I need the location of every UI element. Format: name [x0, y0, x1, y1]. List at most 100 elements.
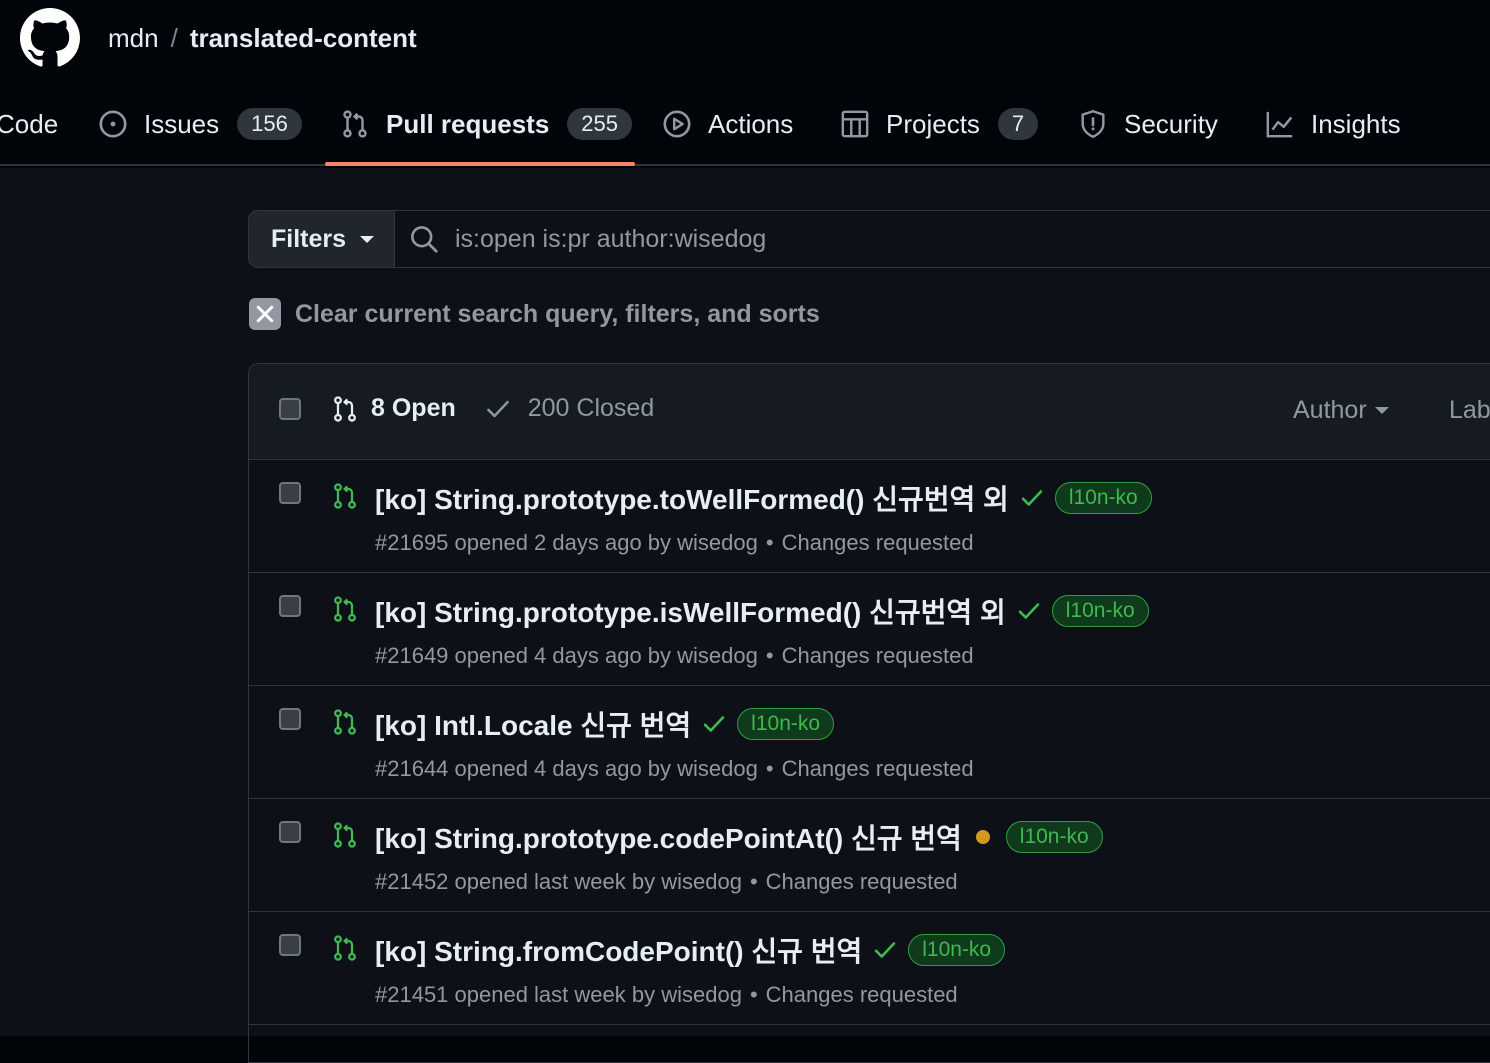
check-status-success-icon[interactable] — [1019, 485, 1045, 511]
label-badge[interactable]: l10n-ko — [1054, 482, 1152, 514]
pr-meta: #21644 opened 4 days ago by wisedog • Chan… — [375, 756, 974, 782]
shield-icon — [1081, 110, 1105, 138]
pr-title-link[interactable]: [ko] String.fromCodePoint() 신규 번역 — [375, 930, 862, 970]
review-status[interactable]: Changes requested — [766, 869, 958, 894]
tab-actions[interactable]: Actions — [662, 96, 793, 152]
pull-requests-page: Filters Clear current search query, filt… — [0, 168, 1490, 1063]
check-status-success-icon[interactable] — [701, 711, 727, 737]
tab-security[interactable]: Security — [1078, 96, 1218, 152]
filters-button-label: Filters — [271, 224, 347, 253]
meta-separator: • — [765, 643, 774, 668]
tab-pull-requests[interactable]: Pull requests 255 — [340, 96, 632, 152]
row-checkbox[interactable] — [279, 821, 301, 843]
github-logo-icon[interactable] — [20, 8, 80, 68]
review-status[interactable]: Changes requested — [782, 756, 974, 781]
list-item: [ko] Intl.Locale 신규 번역 l10n-ko #21644 op… — [249, 686, 1490, 799]
title-line: [ko] String.prototype.toWellFormed() 신규번… — [375, 478, 1152, 518]
meta-separator: • — [765, 530, 774, 555]
list-item: [ko] String.fromCodePoint() 신규 번역 l10n-k… — [249, 912, 1490, 1025]
pr-meta: #21451 opened last week by wisedog • Chang… — [375, 982, 958, 1008]
title-line: [ko] String.prototype.codePointAt() 신규 번… — [375, 817, 1103, 857]
tab-projects-label: Projects — [886, 108, 980, 139]
git-pull-request-icon — [334, 395, 356, 422]
git-pull-request-open-icon — [334, 483, 356, 509]
repo-breadcrumb: mdn / translated-content — [108, 22, 417, 54]
pr-opened-info: #21644 opened 4 days ago by wisedog — [375, 756, 758, 781]
projects-count-badge: 7 — [997, 108, 1039, 140]
close-icon — [249, 298, 281, 330]
review-status[interactable]: Changes requested — [782, 643, 974, 668]
label-badge[interactable]: l10n-ko — [908, 934, 1006, 966]
author-dropdown[interactable]: Author — [1293, 396, 1389, 425]
list-header: 8 Open 200 Closed Author Lab — [249, 364, 1490, 460]
search-input[interactable] — [455, 224, 1355, 254]
title-line: [ko] String.prototype.isWellFormed() 신규번… — [375, 591, 1149, 631]
row-checkbox[interactable] — [279, 482, 301, 504]
author-dropdown-label: Author — [1293, 396, 1367, 424]
git-pull-request-open-icon — [334, 822, 356, 848]
label-dropdown[interactable]: Lab — [1449, 396, 1490, 425]
pr-opened-info: #21451 opened last week by wisedog — [375, 982, 742, 1007]
repo-owner-link[interactable]: mdn — [108, 23, 159, 53]
git-pull-request-open-icon — [334, 935, 356, 961]
row-checkbox[interactable] — [279, 934, 301, 956]
tab-issues-label: Issues — [144, 108, 220, 139]
list-item: [ko] String.prototype.codePointAt() 신규 번… — [249, 799, 1490, 912]
repo-nav-tabs: Code Issues 156 Pull requests 255 Action… — [0, 96, 1490, 166]
tab-issues[interactable]: Issues 156 — [98, 96, 302, 152]
label-badge[interactable]: l10n-ko — [737, 708, 835, 740]
check-status-success-icon[interactable] — [1016, 598, 1042, 624]
tab-security-label: Security — [1124, 108, 1218, 139]
meta-separator: • — [749, 982, 758, 1007]
closed-count-label: 200 Closed — [527, 394, 655, 422]
git-pull-request-open-icon — [334, 596, 356, 622]
pr-meta: #21695 opened 2 days ago by wisedog • Chan… — [375, 530, 974, 556]
search-icon — [411, 226, 438, 253]
label-badge[interactable]: l10n-ko — [1051, 595, 1149, 627]
open-count-label: 8 Open — [371, 394, 456, 422]
table-icon — [841, 110, 869, 138]
pull-requests-count-badge: 255 — [567, 108, 632, 140]
review-status[interactable]: Changes requested — [782, 530, 974, 555]
tab-insights[interactable]: Insights — [1265, 96, 1401, 152]
pr-opened-info: #21452 opened last week by wisedog — [375, 869, 742, 894]
repo-header: mdn / translated-content Code Issues 156 P… — [0, 0, 1490, 166]
row-checkbox[interactable] — [279, 595, 301, 617]
tab-code-label: Code — [0, 108, 59, 139]
tab-code[interactable]: Code — [0, 96, 58, 152]
pr-title-link[interactable]: [ko] String.prototype.toWellFormed() 신규번… — [375, 478, 1009, 518]
title-line: [ko] Intl.Locale 신규 번역 l10n-ko — [375, 704, 835, 744]
git-pull-request-open-icon — [334, 709, 356, 735]
issues-count-badge: 156 — [237, 108, 302, 140]
list-item: [ko] String.prototype.toWellFormed() 신규번… — [249, 460, 1490, 573]
closed-filter-link[interactable]: 200 Closed — [484, 394, 654, 423]
tab-pull-requests-label: Pull requests — [386, 108, 550, 139]
check-status-pending-icon[interactable] — [975, 830, 990, 844]
author-caret-icon — [1374, 407, 1389, 414]
filters-caret-icon — [360, 235, 375, 243]
tab-projects[interactable]: Projects 7 — [840, 96, 1039, 152]
select-all-checkbox[interactable] — [279, 398, 301, 420]
repo-name-link[interactable]: translated-content — [190, 23, 417, 53]
clear-query-link[interactable]: Clear current search query, filters, and… — [249, 298, 820, 330]
pr-title-link[interactable]: [ko] String.prototype.codePointAt() 신규 번… — [375, 817, 962, 857]
open-filter-link[interactable]: 8 Open — [331, 394, 456, 423]
pr-meta: #21452 opened last week by wisedog • Chang… — [375, 869, 958, 895]
check-status-success-icon[interactable] — [872, 937, 898, 963]
pr-title-link[interactable]: [ko] String.prototype.isWellFormed() 신규번… — [375, 591, 1006, 631]
check-icon — [486, 400, 509, 417]
pr-opened-info: #21695 opened 2 days ago by wisedog — [375, 530, 758, 555]
review-status[interactable]: Changes requested — [766, 982, 958, 1007]
search-box — [394, 210, 1490, 268]
state-filters: 8 Open 200 Closed — [331, 394, 654, 423]
pr-title-link[interactable]: [ko] Intl.Locale 신규 번역 — [375, 704, 691, 744]
play-icon — [663, 110, 691, 138]
breadcrumb-separator: / — [170, 23, 178, 53]
meta-separator: • — [749, 869, 758, 894]
title-line: [ko] String.fromCodePoint() 신규 번역 l10n-k… — [375, 930, 1006, 970]
label-badge[interactable]: l10n-ko — [1005, 821, 1103, 853]
filters-button[interactable]: Filters — [248, 210, 396, 268]
row-checkbox[interactable] — [279, 708, 301, 730]
pr-meta: #21649 opened 4 days ago by wisedog • Chan… — [375, 643, 974, 669]
list-item: [ko] String.prototype.isWellFormed() 신규번… — [249, 573, 1490, 686]
